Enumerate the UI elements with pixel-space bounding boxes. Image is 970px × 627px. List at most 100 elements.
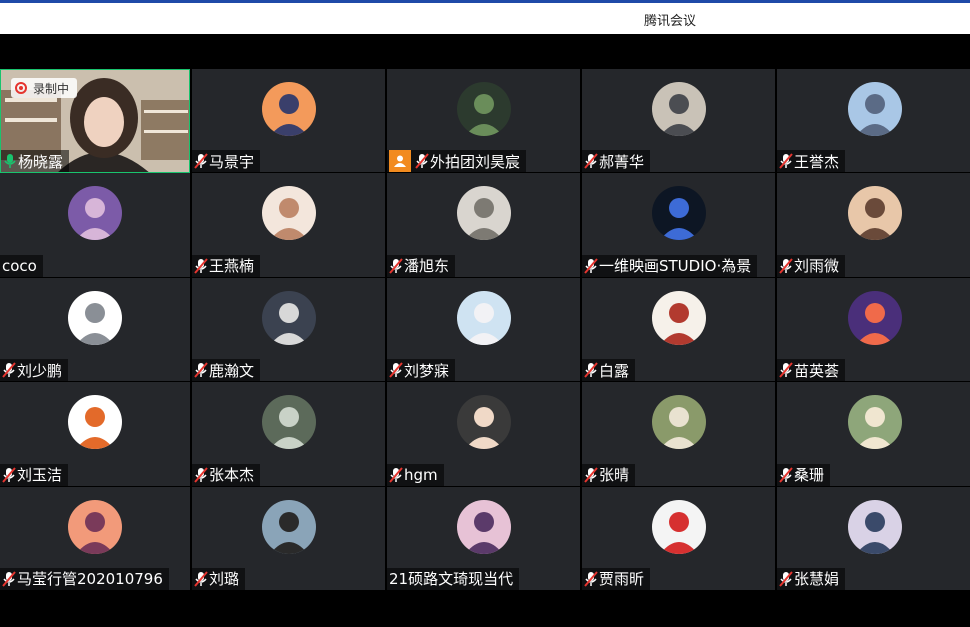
- participant-tile[interactable]: coco: [0, 173, 190, 278]
- participant-name: 张晴: [599, 466, 630, 485]
- participant-name: 马景宇: [209, 152, 255, 171]
- participant-name: 刘璐: [209, 570, 240, 589]
- name-plate: 外拍团刘昊宸: [387, 150, 527, 173]
- participant-name: 一维映画STUDIO·為景: [599, 257, 752, 276]
- name-plate: 桑珊: [777, 463, 831, 486]
- name-plate: 刘梦寐: [387, 359, 456, 382]
- microphone-muted-icon: [779, 362, 793, 378]
- participant-tile[interactable]: 鹿瀚文: [192, 277, 385, 383]
- avatar: [261, 186, 316, 241]
- microphone-muted-icon: [2, 571, 16, 587]
- participant-gallery: 录制中 杨晓露 马景宇 外拍团刘昊宸 郝菁华 王誉杰 coco 王燕楠 潘旭东 一维映画STUDI…: [0, 69, 970, 591]
- participant-tile[interactable]: 张晴: [582, 382, 775, 487]
- avatar: [261, 395, 316, 450]
- name-plate: 苗英荟: [777, 359, 846, 382]
- participant-tile[interactable]: 马莹行管202010796: [0, 486, 190, 591]
- avatar: [847, 290, 902, 345]
- participant-tile[interactable]: 桑珊: [777, 382, 970, 487]
- title-bar[interactable]: 腾讯会议: [0, 3, 970, 34]
- participant-name: coco: [2, 256, 37, 275]
- name-plate: 刘璐: [192, 567, 246, 590]
- microphone-muted-icon: [779, 571, 793, 587]
- microphone-muted-icon: [194, 466, 208, 483]
- participant-tile[interactable]: 21硕路文琦现当代: [387, 486, 580, 591]
- microphone-muted-icon: [389, 466, 403, 483]
- participant-tile[interactable]: 潘旭东: [387, 173, 580, 278]
- avatar: [651, 186, 706, 241]
- participant-name: 潘旭东: [404, 257, 450, 276]
- avatar: [68, 395, 122, 450]
- name-plate: 王誉杰: [777, 150, 846, 173]
- microphone-muted-icon: [779, 258, 793, 274]
- participant-tile[interactable]: 刘少鹏: [0, 277, 190, 383]
- name-plate: 张本杰: [192, 463, 261, 486]
- window-title: 腾讯会议: [643, 14, 696, 29]
- microphone-muted-icon: [584, 571, 598, 587]
- participant-name: 桑珊: [794, 466, 825, 485]
- microphone-muted-icon: [389, 258, 403, 274]
- name-plate: 刘雨微: [777, 254, 846, 277]
- participant-name: 白露: [599, 361, 630, 380]
- name-plate: 鹿瀚文: [192, 359, 261, 382]
- avatar: [847, 395, 902, 450]
- participant-name: 刘梦寐: [404, 361, 450, 380]
- participant-tile[interactable]: 张慧娟: [777, 486, 970, 591]
- participant-name: 苗英荟: [794, 361, 840, 380]
- avatar: [651, 395, 706, 450]
- participant-tile[interactable]: 刘玉洁: [0, 382, 190, 487]
- microphone-muted-icon: [194, 362, 208, 378]
- avatar: [456, 290, 511, 345]
- name-plate: hgm: [387, 463, 444, 486]
- participant-tile[interactable]: 苗英荟: [777, 277, 970, 383]
- microphone-muted-icon: [584, 466, 598, 483]
- microphone-muted-icon: [779, 466, 793, 483]
- name-plate: 21硕路文琦现当代: [387, 567, 520, 590]
- participant-tile[interactable]: 录制中 杨晓露: [0, 69, 190, 174]
- participant-name: 刘少鹏: [17, 361, 63, 380]
- avatar: [261, 82, 316, 136]
- participant-tile[interactable]: 刘璐: [192, 486, 385, 591]
- name-plate: 张晴: [582, 463, 636, 486]
- name-plate: 张慧娟: [777, 567, 846, 590]
- participant-tile[interactable]: 刘梦寐: [387, 277, 580, 383]
- participant-name: 张本杰: [209, 466, 255, 485]
- microphone-muted-icon: [194, 153, 208, 170]
- avatar: [456, 499, 511, 554]
- avatar: [847, 499, 902, 554]
- name-plate: 刘玉洁: [0, 463, 69, 486]
- avatar: [261, 290, 316, 345]
- avatar: [456, 82, 511, 136]
- name-plate: 马景宇: [192, 150, 261, 173]
- participant-tile[interactable]: 王誉杰: [777, 69, 970, 174]
- record-icon: [15, 82, 27, 94]
- microphone-muted-icon: [194, 571, 208, 587]
- participant-tile[interactable]: 王燕楠: [192, 173, 385, 278]
- participant-tile[interactable]: 郝菁华: [582, 69, 775, 174]
- microphone-muted-icon: [2, 362, 16, 378]
- name-plate: 马莹行管202010796: [0, 567, 169, 590]
- participant-tile[interactable]: 白露: [582, 277, 775, 383]
- participant-tile[interactable]: 贾雨昕: [582, 486, 775, 591]
- participant-tile[interactable]: 张本杰: [192, 382, 385, 487]
- recording-label: 录制中: [33, 81, 70, 96]
- microphone-muted-icon: [584, 362, 598, 378]
- participant-name: 贾雨昕: [599, 570, 645, 589]
- participant-tile[interactable]: hgm: [387, 382, 580, 487]
- avatar: [847, 186, 902, 241]
- participant-name: 郝菁华: [599, 152, 645, 171]
- avatar: [68, 290, 122, 345]
- microphone-muted-icon: [415, 153, 429, 170]
- microphone-muted-icon: [584, 153, 598, 170]
- name-plate: 潘旭东: [387, 254, 456, 277]
- avatar: [651, 499, 706, 554]
- participant-tile[interactable]: 外拍团刘昊宸: [387, 69, 580, 174]
- name-plate: 郝菁华: [582, 150, 651, 173]
- control-bar: [0, 591, 970, 627]
- participant-tile[interactable]: 刘雨微: [777, 173, 970, 278]
- participant-tile[interactable]: 马景宇: [192, 69, 385, 174]
- participant-tile[interactable]: 一维映画STUDIO·為景: [582, 173, 775, 278]
- participant-name: 21硕路文琦现当代: [389, 570, 514, 589]
- participant-name: 马莹行管202010796: [17, 570, 163, 589]
- avatar: [68, 499, 122, 554]
- share-icon: [389, 150, 411, 173]
